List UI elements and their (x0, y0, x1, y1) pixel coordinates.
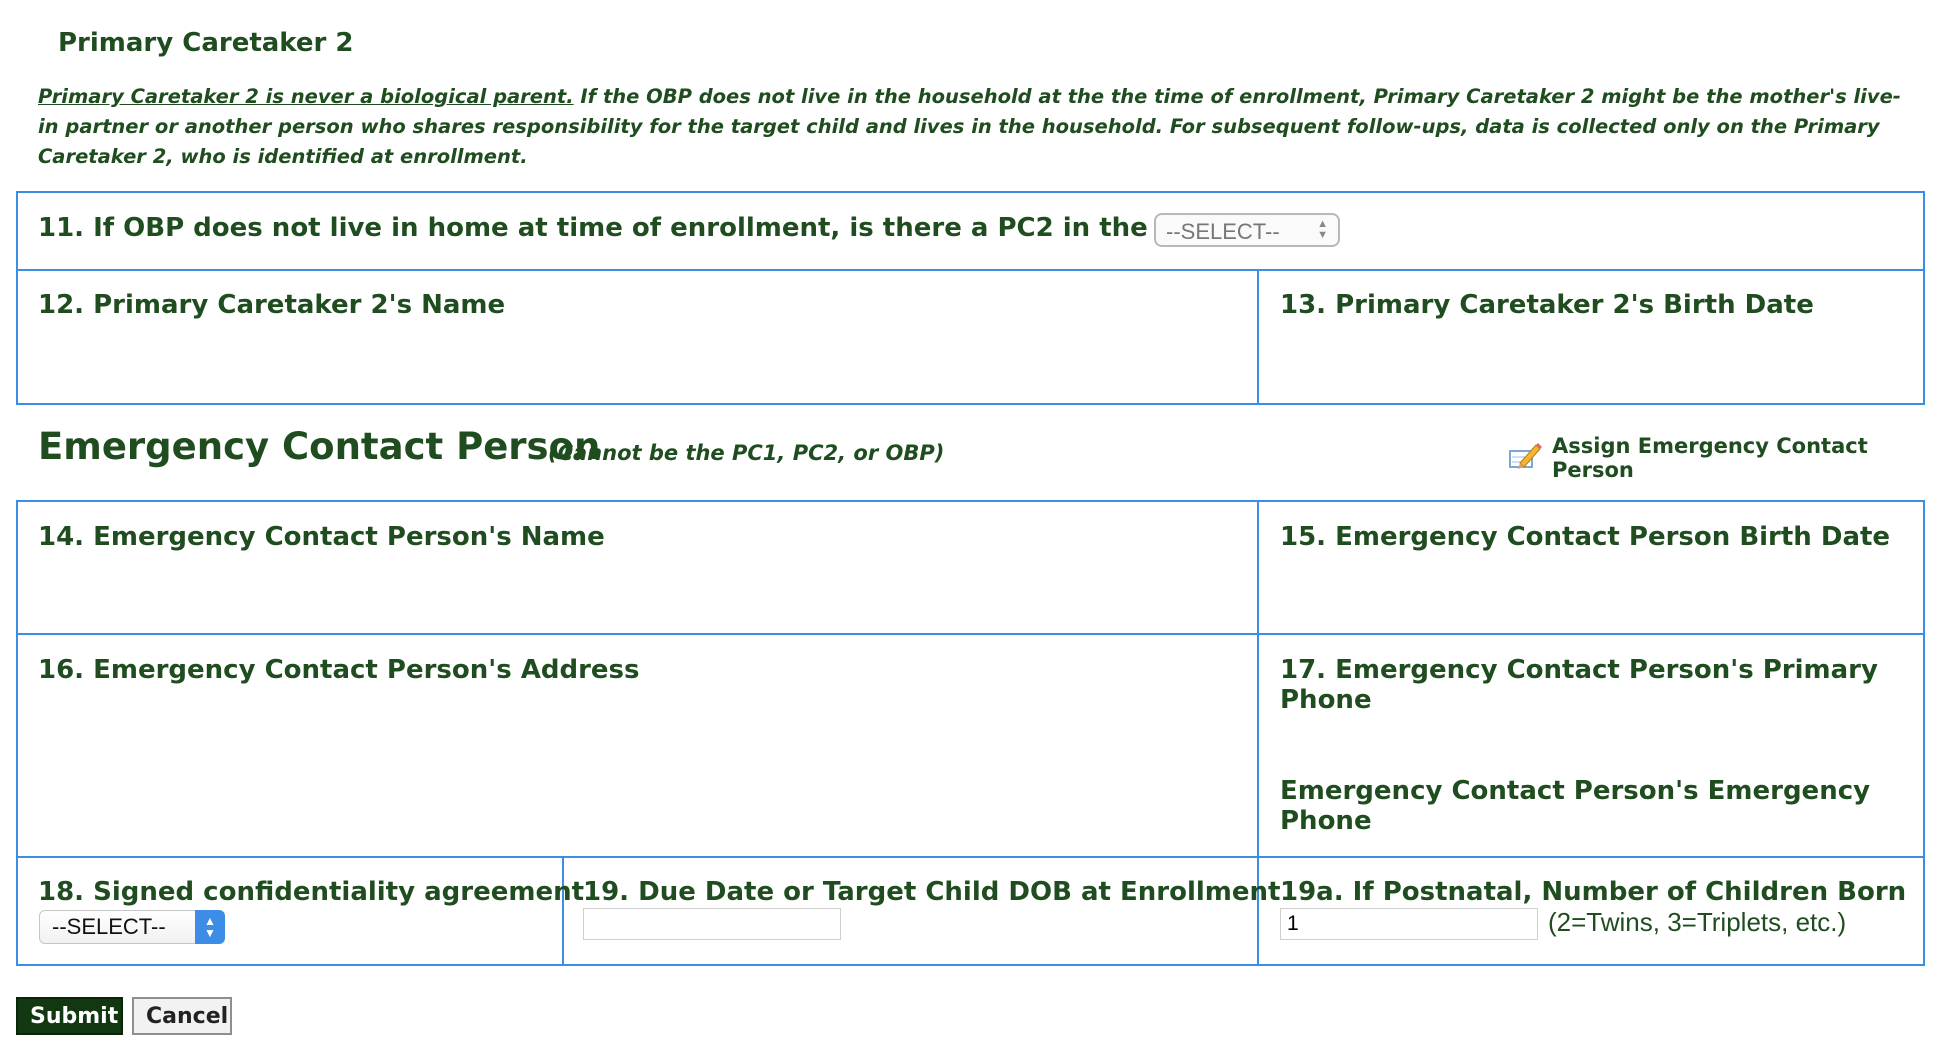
due-date-input[interactable] (583, 908, 841, 940)
edit-pencil-icon (1508, 441, 1542, 476)
question-18-label: 18. Signed confidentiality agreement (38, 877, 585, 907)
children-born-input[interactable]: 1 (1280, 908, 1538, 940)
question-15-label: 15. Emergency Contact Person Birth Date (1280, 522, 1891, 552)
pc2-in-home-select-value: --SELECT-- (1166, 219, 1280, 244)
select-arrows-icon: ▲ ▼ (1317, 218, 1328, 241)
cancel-button[interactable]: Cancel (132, 997, 232, 1035)
confidentiality-select-value: --SELECT-- (52, 914, 166, 939)
children-born-hint: (2=Twins, 3=Triplets, etc.) (1548, 907, 1847, 937)
question-14-15-row (16, 500, 1925, 635)
question-17-label: 17. Emergency Contact Person's Primary P… (1280, 655, 1878, 715)
confidentiality-agreement-select[interactable]: --SELECT-- ▲ ▼ (39, 910, 225, 944)
question-19a-label: 19a. If Postnatal, Number of Children Bo… (1280, 877, 1907, 907)
assign-emergency-contact-link[interactable]: Assign Emergency Contact Person (1508, 434, 1950, 482)
column-divider (562, 856, 564, 966)
pc2-notice: Primary Caretaker 2 is never a biologica… (38, 82, 1918, 172)
assign-emergency-contact-label: Assign Emergency Contact Person (1552, 434, 1868, 482)
question-19-label: 19. Due Date or Target Child DOB at Enro… (583, 877, 1281, 907)
notice-underlined: Primary Caretaker 2 is never a biologica… (38, 85, 574, 108)
emergency-section-title: Emergency Contact Person (38, 425, 601, 468)
question-11-label: 11. If OBP does not live in home at time… (38, 213, 1254, 243)
question-12-label: 12. Primary Caretaker 2's Name (38, 290, 506, 320)
emergency-section-subtitle: (Cannot be the PC1, PC2, or OBP) (548, 441, 945, 465)
column-divider (1257, 500, 1259, 633)
submit-button[interactable]: Submit (16, 997, 123, 1035)
section-title: Primary Caretaker 2 (58, 28, 354, 58)
column-divider (1257, 856, 1259, 966)
column-divider (1257, 633, 1259, 858)
question-14-label: 14. Emergency Contact Person's Name (38, 522, 605, 552)
question-13-label: 13. Primary Caretaker 2's Birth Date (1280, 290, 1814, 320)
pc2-in-home-select[interactable]: --SELECT-- ▲ ▼ (1154, 213, 1340, 247)
emergency-phone-label: Emergency Contact Person's Emergency Pho… (1280, 776, 1871, 836)
question-16-label: 16. Emergency Contact Person's Address (38, 655, 640, 685)
column-divider (1257, 269, 1259, 405)
select-stepper-icon: ▲ ▼ (195, 910, 225, 944)
